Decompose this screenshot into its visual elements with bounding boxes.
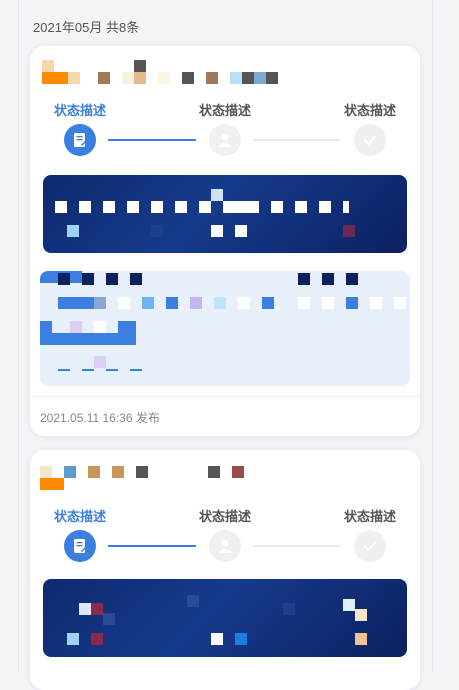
record-card[interactable]: 状态描述 状态描述 状态描述 xyxy=(30,46,420,436)
card-title-redacted xyxy=(38,56,298,84)
info-panel xyxy=(40,271,410,386)
check-icon xyxy=(354,124,386,156)
step-connector-1 xyxy=(108,139,196,141)
progress-steps: 状态描述 状态描述 状态描述 xyxy=(30,100,420,164)
step-label-3: 状态描述 xyxy=(343,103,396,118)
step-label-1: 状态描述 xyxy=(53,103,106,118)
person-icon xyxy=(209,124,241,156)
check-icon xyxy=(354,530,386,562)
card-title-redacted xyxy=(38,460,298,490)
step-connector-1 xyxy=(108,545,196,547)
record-card[interactable]: 状态描述 状态描述 状态描述 xyxy=(30,450,420,690)
step-connector-2 xyxy=(253,139,341,141)
step-label-1: 状态描述 xyxy=(53,509,106,524)
list-header: 2021年05月 共8条 xyxy=(33,20,140,35)
right-rail xyxy=(432,0,433,673)
step-connector-2 xyxy=(253,545,341,547)
step-label-2: 状态描述 xyxy=(198,509,251,524)
promo-banner[interactable] xyxy=(43,579,407,657)
edit-doc-icon xyxy=(64,124,96,156)
edit-doc-icon xyxy=(64,530,96,562)
progress-steps: 状态描述 状态描述 状态描述 xyxy=(30,506,420,570)
person-icon xyxy=(209,530,241,562)
step-label-2: 状态描述 xyxy=(198,103,251,118)
step-label-3: 状态描述 xyxy=(343,509,396,524)
promo-banner[interactable] xyxy=(43,175,407,253)
left-rail xyxy=(18,0,19,673)
publish-time: 2021.05.11 16:36 发布 xyxy=(40,411,160,425)
card-divider xyxy=(30,396,420,397)
